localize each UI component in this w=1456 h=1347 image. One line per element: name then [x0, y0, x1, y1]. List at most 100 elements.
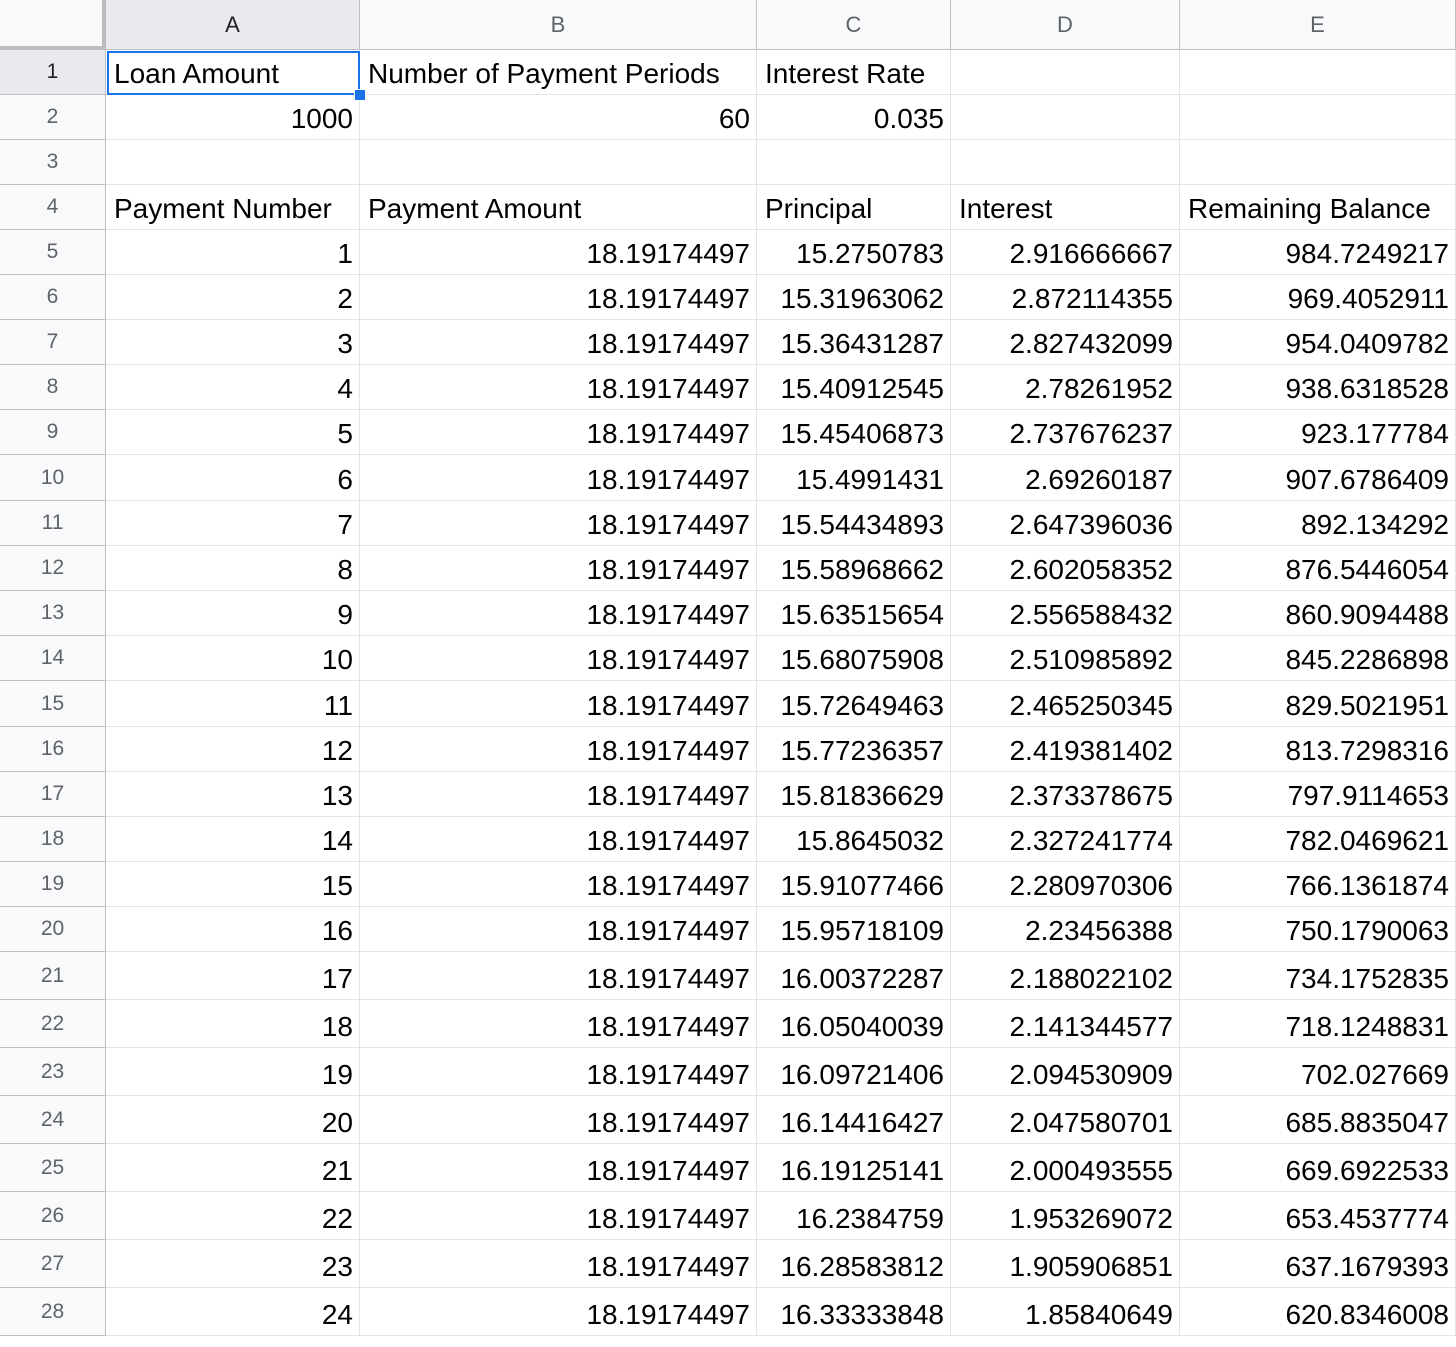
- cell-b3[interactable]: [360, 140, 757, 185]
- cell-b25[interactable]: 18.19174497: [360, 1144, 757, 1192]
- cell-e3[interactable]: [1180, 140, 1456, 185]
- cell-b2[interactable]: 60: [360, 95, 757, 140]
- cell-c13[interactable]: 15.63515654: [757, 591, 951, 636]
- cell-b18[interactable]: 18.19174497: [360, 817, 757, 862]
- cell-c14[interactable]: 15.68075908: [757, 636, 951, 681]
- cell-a2[interactable]: 1000: [106, 95, 360, 140]
- cell-e27[interactable]: 637.1679393: [1180, 1240, 1456, 1288]
- row-header-7[interactable]: 7: [0, 320, 106, 365]
- cell-b22[interactable]: 18.19174497: [360, 1000, 757, 1048]
- row-header-18[interactable]: 18: [0, 817, 106, 862]
- cell-d14[interactable]: 2.510985892: [951, 636, 1180, 681]
- cell-e13[interactable]: 860.9094488: [1180, 591, 1456, 636]
- cell-e23[interactable]: 702.027669: [1180, 1048, 1456, 1096]
- cell-d2[interactable]: [951, 95, 1180, 140]
- cell-a16[interactable]: 12: [106, 727, 360, 772]
- cell-e19[interactable]: 766.1361874: [1180, 862, 1456, 907]
- row-header-9[interactable]: 9: [0, 410, 106, 455]
- row-header-11[interactable]: 11: [0, 501, 106, 546]
- row-header-22[interactable]: 22: [0, 1000, 106, 1048]
- cell-e28[interactable]: 620.8346008: [1180, 1288, 1456, 1336]
- cell-d10[interactable]: 2.69260187: [951, 455, 1180, 501]
- cell-b7[interactable]: 18.19174497: [360, 320, 757, 365]
- cell-b6[interactable]: 18.19174497: [360, 275, 757, 320]
- cell-d20[interactable]: 2.23456388: [951, 907, 1180, 952]
- cell-c21[interactable]: 16.00372287: [757, 952, 951, 1000]
- cell-a22[interactable]: 18: [106, 1000, 360, 1048]
- column-header-a[interactable]: A: [106, 0, 360, 50]
- column-header-d[interactable]: D: [951, 0, 1180, 50]
- cell-c28[interactable]: 16.33333848: [757, 1288, 951, 1336]
- cell-e18[interactable]: 782.0469621: [1180, 817, 1456, 862]
- cell-c7[interactable]: 15.36431287: [757, 320, 951, 365]
- cell-b15[interactable]: 18.19174497: [360, 681, 757, 727]
- cell-d9[interactable]: 2.737676237: [951, 410, 1180, 455]
- cell-a6[interactable]: 2: [106, 275, 360, 320]
- cell-e11[interactable]: 892.134292: [1180, 501, 1456, 546]
- cell-d24[interactable]: 2.047580701: [951, 1096, 1180, 1144]
- row-header-5[interactable]: 5: [0, 230, 106, 275]
- cell-d22[interactable]: 2.141344577: [951, 1000, 1180, 1048]
- cell-d8[interactable]: 2.78261952: [951, 365, 1180, 410]
- cell-d6[interactable]: 2.872114355: [951, 275, 1180, 320]
- cell-b12[interactable]: 18.19174497: [360, 546, 757, 591]
- cell-e12[interactable]: 876.5446054: [1180, 546, 1456, 591]
- cell-d26[interactable]: 1.953269072: [951, 1192, 1180, 1240]
- cell-e5[interactable]: 984.7249217: [1180, 230, 1456, 275]
- cell-a4[interactable]: Payment Number: [106, 185, 360, 230]
- cell-d17[interactable]: 2.373378675: [951, 772, 1180, 817]
- cell-d27[interactable]: 1.905906851: [951, 1240, 1180, 1288]
- cell-a3[interactable]: [106, 140, 360, 185]
- fill-handle[interactable]: [354, 89, 366, 101]
- row-header-26[interactable]: 26: [0, 1192, 106, 1240]
- cell-d23[interactable]: 2.094530909: [951, 1048, 1180, 1096]
- cell-d18[interactable]: 2.327241774: [951, 817, 1180, 862]
- cell-a7[interactable]: 3: [106, 320, 360, 365]
- cell-c8[interactable]: 15.40912545: [757, 365, 951, 410]
- cell-b24[interactable]: 18.19174497: [360, 1096, 757, 1144]
- row-header-17[interactable]: 17: [0, 772, 106, 817]
- cell-e8[interactable]: 938.6318528: [1180, 365, 1456, 410]
- cell-b17[interactable]: 18.19174497: [360, 772, 757, 817]
- cell-e20[interactable]: 750.1790063: [1180, 907, 1456, 952]
- cell-e26[interactable]: 653.4537774: [1180, 1192, 1456, 1240]
- cell-b16[interactable]: 18.19174497: [360, 727, 757, 772]
- cell-e16[interactable]: 813.7298316: [1180, 727, 1456, 772]
- cell-b21[interactable]: 18.19174497: [360, 952, 757, 1000]
- cell-c26[interactable]: 16.2384759: [757, 1192, 951, 1240]
- cell-a15[interactable]: 11: [106, 681, 360, 727]
- cell-c27[interactable]: 16.28583812: [757, 1240, 951, 1288]
- cell-a26[interactable]: 22: [106, 1192, 360, 1240]
- cell-c12[interactable]: 15.58968662: [757, 546, 951, 591]
- row-header-1[interactable]: 1: [0, 50, 106, 95]
- cell-d25[interactable]: 2.000493555: [951, 1144, 1180, 1192]
- column-header-b[interactable]: B: [360, 0, 757, 50]
- row-header-16[interactable]: 16: [0, 727, 106, 772]
- cell-e21[interactable]: 734.1752835: [1180, 952, 1456, 1000]
- cell-d4[interactable]: Interest: [951, 185, 1180, 230]
- cell-e1[interactable]: [1180, 50, 1456, 95]
- cell-a13[interactable]: 9: [106, 591, 360, 636]
- cell-b13[interactable]: 18.19174497: [360, 591, 757, 636]
- cell-e6[interactable]: 969.4052911: [1180, 275, 1456, 320]
- cell-c18[interactable]: 15.8645032: [757, 817, 951, 862]
- row-header-6[interactable]: 6: [0, 275, 106, 320]
- cell-d19[interactable]: 2.280970306: [951, 862, 1180, 907]
- cell-e25[interactable]: 669.6922533: [1180, 1144, 1456, 1192]
- cell-e17[interactable]: 797.9114653: [1180, 772, 1456, 817]
- cell-a11[interactable]: 7: [106, 501, 360, 546]
- cell-b4[interactable]: Payment Amount: [360, 185, 757, 230]
- cell-b23[interactable]: 18.19174497: [360, 1048, 757, 1096]
- row-header-12[interactable]: 12: [0, 546, 106, 591]
- cell-d3[interactable]: [951, 140, 1180, 185]
- cell-c2[interactable]: 0.035: [757, 95, 951, 140]
- row-header-28[interactable]: 28: [0, 1288, 106, 1336]
- cell-b9[interactable]: 18.19174497: [360, 410, 757, 455]
- cell-c11[interactable]: 15.54434893: [757, 501, 951, 546]
- row-header-2[interactable]: 2: [0, 95, 106, 140]
- cell-c9[interactable]: 15.45406873: [757, 410, 951, 455]
- row-header-4[interactable]: 4: [0, 185, 106, 230]
- cell-a23[interactable]: 19: [106, 1048, 360, 1096]
- cell-c24[interactable]: 16.14416427: [757, 1096, 951, 1144]
- column-header-c[interactable]: C: [757, 0, 951, 50]
